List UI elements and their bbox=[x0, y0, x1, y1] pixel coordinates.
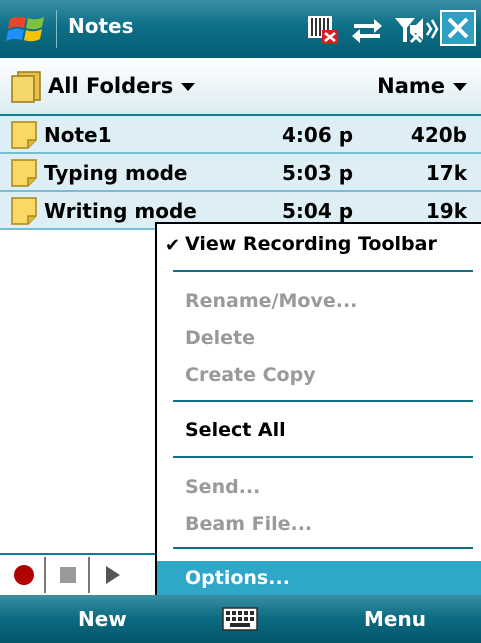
speaker-icon[interactable] bbox=[406, 12, 440, 46]
folder-header: All Folders Name bbox=[0, 58, 481, 116]
menu-item-delete[interactable]: Delete bbox=[185, 327, 255, 349]
note-name: Writing mode bbox=[44, 199, 197, 223]
stop-icon bbox=[60, 567, 76, 583]
list-item-typing-mode[interactable]: Typing mode 5:03 p 17k bbox=[0, 154, 481, 192]
menu-item-rename-move[interactable]: Rename/Move... bbox=[185, 290, 357, 312]
folder-dropdown-label: All Folders bbox=[48, 74, 174, 98]
note-icon bbox=[11, 197, 37, 225]
record-icon bbox=[14, 565, 34, 585]
menu-item-select-all[interactable]: Select All bbox=[185, 419, 286, 441]
sim-missing-icon[interactable] bbox=[306, 12, 340, 46]
close-icon bbox=[447, 17, 469, 39]
menu-separator bbox=[173, 547, 473, 549]
menu-item-options[interactable]: Options... bbox=[185, 567, 290, 589]
recording-toolbar bbox=[0, 553, 155, 595]
sort-dropdown[interactable]: Name bbox=[377, 74, 467, 98]
note-name: Typing mode bbox=[44, 161, 188, 185]
softkey-bar: New Menu bbox=[0, 595, 481, 643]
chevron-down-icon bbox=[453, 83, 467, 91]
note-time: 5:03 p bbox=[282, 161, 354, 185]
title-bar: Notes bbox=[0, 0, 481, 58]
close-button[interactable] bbox=[440, 10, 476, 46]
note-size: 420b bbox=[410, 123, 467, 147]
chevron-down-icon bbox=[181, 83, 196, 91]
menu-item-send[interactable]: Send... bbox=[185, 476, 260, 498]
windows-start-icon[interactable] bbox=[6, 9, 52, 49]
note-size: 19k bbox=[425, 199, 467, 223]
menu-separator bbox=[173, 400, 473, 402]
list-item-note1[interactable]: Note1 4:06 p 420b bbox=[0, 116, 481, 154]
note-size: 17k bbox=[425, 161, 467, 185]
note-icon bbox=[11, 121, 37, 149]
folder-dropdown[interactable]: All Folders bbox=[48, 74, 196, 98]
menu-item-view-recording-toolbar[interactable]: View Recording Toolbar bbox=[185, 233, 437, 255]
keyboard-icon[interactable] bbox=[222, 607, 258, 631]
menu-item-create-copy[interactable]: Create Copy bbox=[185, 364, 316, 386]
menu-separator bbox=[173, 456, 473, 458]
play-button[interactable] bbox=[92, 557, 134, 593]
menu-item-beam-file[interactable]: Beam File... bbox=[185, 513, 312, 535]
context-menu: ✔ View Recording Toolbar Rename/Move... … bbox=[155, 222, 481, 597]
checkmark-icon: ✔ bbox=[165, 235, 181, 256]
app-title: Notes bbox=[68, 14, 134, 38]
connectivity-icon[interactable] bbox=[350, 12, 384, 46]
new-softkey[interactable]: New bbox=[78, 607, 127, 631]
play-icon bbox=[106, 566, 120, 584]
menu-separator bbox=[173, 270, 473, 272]
note-time: 5:04 p bbox=[282, 199, 354, 223]
folder-icon bbox=[11, 71, 41, 103]
note-icon bbox=[11, 159, 37, 187]
menu-softkey[interactable]: Menu bbox=[364, 607, 426, 631]
note-name: Note1 bbox=[44, 123, 112, 147]
note-time: 4:06 p bbox=[282, 123, 354, 147]
sort-dropdown-label: Name bbox=[377, 74, 445, 98]
stop-button[interactable] bbox=[48, 557, 90, 593]
record-button[interactable] bbox=[4, 557, 46, 593]
title-separator bbox=[56, 10, 57, 48]
